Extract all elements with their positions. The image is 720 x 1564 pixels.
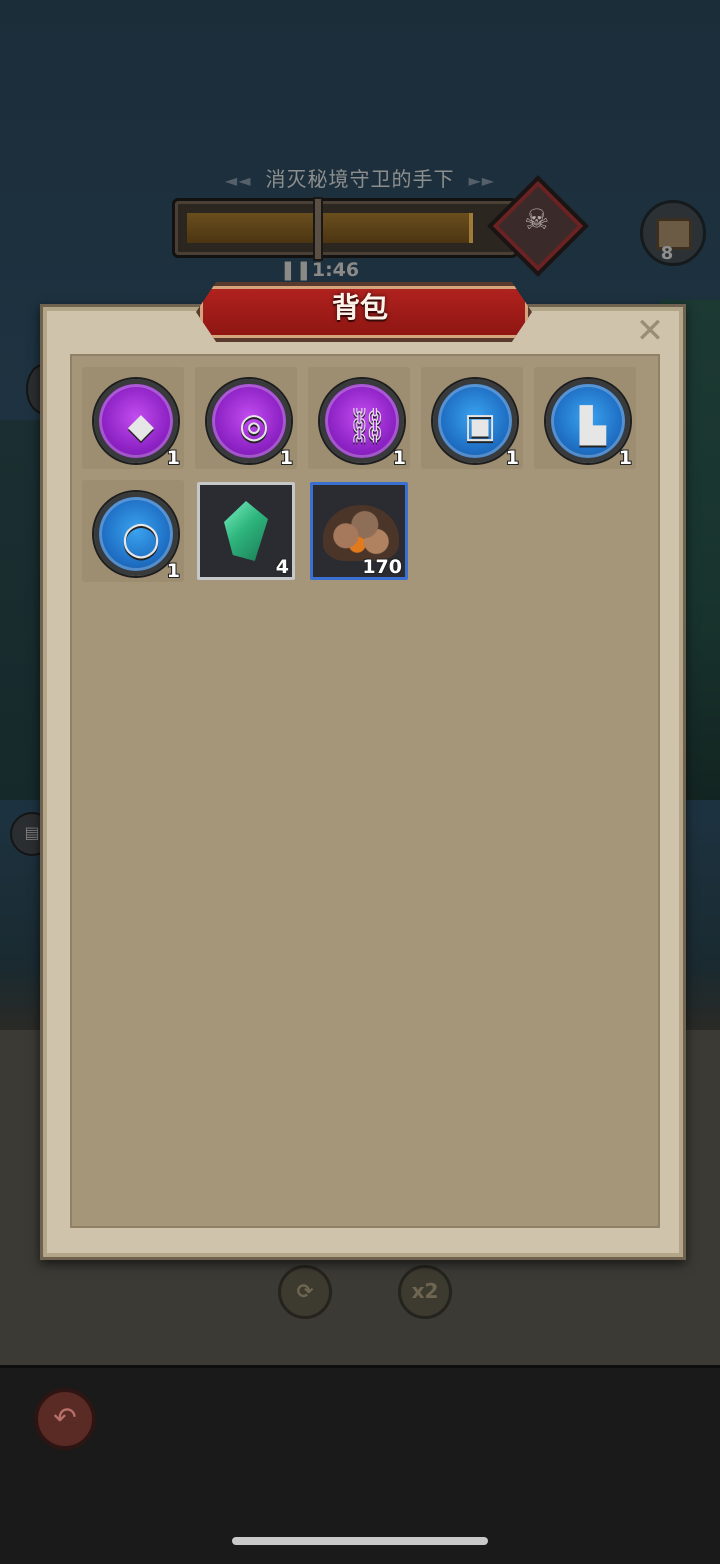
wing-right-icon: ►►	[468, 171, 496, 190]
item-count: 1	[166, 447, 180, 469]
item-count: 1	[505, 447, 519, 469]
item-count: 1	[392, 447, 406, 469]
inventory-slot-boots[interactable]: ▙ 1	[534, 367, 636, 469]
panel-title: 背包	[331, 291, 388, 324]
stage-timer[interactable]: ❚❚1:46	[280, 259, 359, 281]
inventory-slot-ore[interactable]: 170	[308, 480, 410, 582]
timer-text: 1:46	[311, 259, 360, 281]
rarity-badge-blue: ▣	[433, 379, 517, 463]
item-count: 1	[618, 447, 632, 469]
bottom-bar	[0, 1365, 720, 1564]
refresh-button[interactable]: ⟳	[278, 1265, 332, 1319]
item-count: 1	[166, 560, 180, 582]
quest-title: ◄◄ 消灭秘境守卫的手下 ►►	[0, 163, 720, 192]
inventory-slot-crystal[interactable]: 4	[195, 480, 297, 582]
ore-icon	[323, 505, 399, 561]
quest-title-text: 消灭秘境守卫的手下	[265, 167, 455, 191]
crystal-icon	[224, 501, 268, 561]
progress-divider	[313, 197, 323, 261]
item-count: 170	[362, 556, 402, 578]
back-button[interactable]: ↶	[34, 1388, 96, 1450]
rarity-badge-purple: ◆	[94, 379, 178, 463]
inventory-slot-helmet[interactable]: ▣ 1	[421, 367, 523, 469]
wing-left-icon: ◄◄	[224, 171, 252, 190]
progress-fill	[187, 213, 473, 243]
inventory-slot-ring[interactable]: ◯ 1	[82, 480, 184, 582]
item-count: 4	[275, 556, 289, 578]
home-indicator[interactable]	[232, 1537, 488, 1545]
chest-count: 8	[660, 243, 674, 264]
close-button[interactable]: ✕	[633, 314, 667, 348]
item-count: 1	[279, 447, 293, 469]
pause-icon[interactable]: ❚❚	[280, 259, 312, 281]
quest-progress-bar	[172, 197, 518, 261]
forest-trees-left	[0, 420, 45, 800]
speed-x2-button[interactable]: x2	[398, 1265, 452, 1319]
rarity-badge-purple: ⛓	[320, 379, 404, 463]
rarity-badge-blue: ▙	[546, 379, 630, 463]
rarity-badge-blue: ◯	[94, 492, 178, 576]
inventory-slot-bracer[interactable]: ◎ 1	[195, 367, 297, 469]
inventory-slot-necklace[interactable]: ⛓ 1	[308, 367, 410, 469]
inventory-slot-pauldron[interactable]: ◆ 1	[82, 367, 184, 469]
rarity-badge-purple: ◎	[207, 379, 291, 463]
